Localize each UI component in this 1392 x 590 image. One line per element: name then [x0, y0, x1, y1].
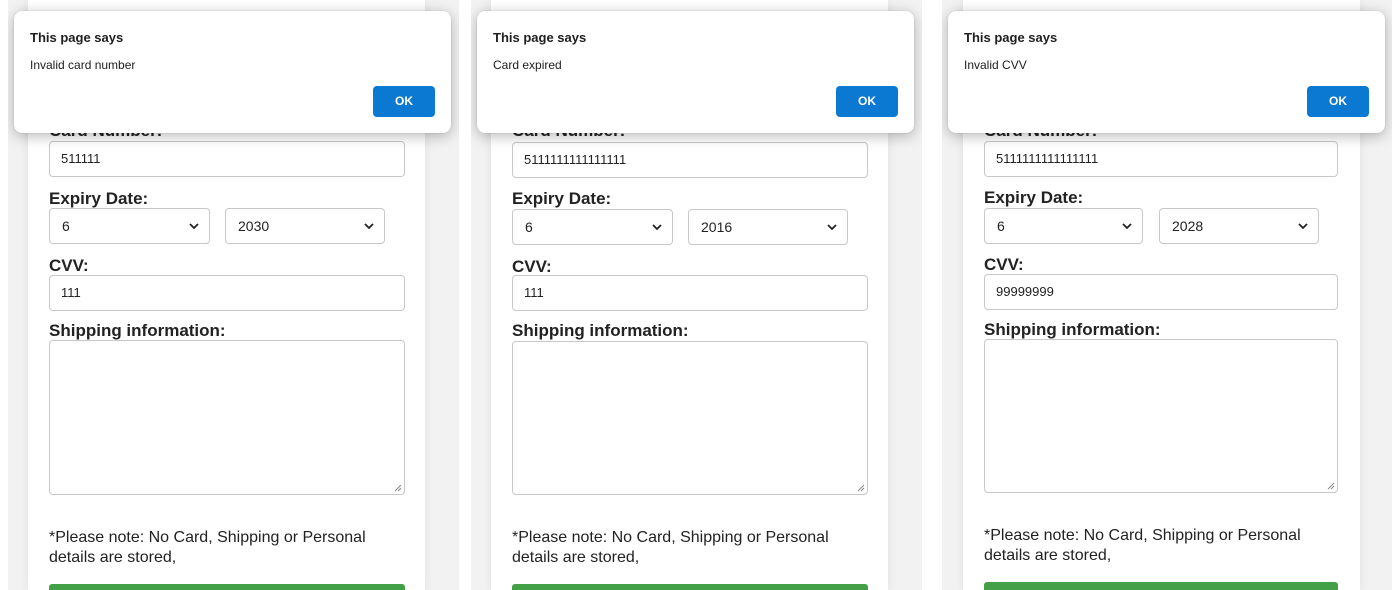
- chevron-down-icon: [827, 224, 837, 231]
- alert-dialog: This page says Card expired OK: [477, 11, 914, 133]
- cvv-label: CVV:: [512, 257, 552, 276]
- card-number-input[interactable]: 511111: [49, 141, 405, 177]
- chevron-down-icon: [364, 223, 374, 230]
- shipping-textarea[interactable]: [984, 339, 1338, 493]
- alert-dialog: This page says Invalid card number OK: [14, 11, 451, 133]
- browser-panel-1: Card Number: 511111 Expiry Date: 6 2030 …: [8, 0, 459, 590]
- privacy-note: *Please note: No Card, Shipping or Perso…: [49, 528, 366, 568]
- alert-dialog: This page says Invalid CVV OK: [948, 11, 1385, 133]
- cvv-label: CVV:: [49, 256, 89, 275]
- expiry-year-value: 2028: [1172, 218, 1204, 234]
- submit-button[interactable]: [512, 584, 868, 590]
- submit-button[interactable]: [984, 582, 1338, 590]
- expiry-year-select[interactable]: 2028: [1159, 208, 1319, 244]
- alert-title: This page says: [493, 30, 587, 45]
- expiry-month-value: 6: [62, 218, 70, 234]
- cvv-label: CVV:: [984, 255, 1024, 274]
- privacy-note: *Please note: No Card, Shipping or Perso…: [984, 526, 1301, 566]
- privacy-note-line2: details are stored,: [984, 547, 1112, 564]
- chevron-down-icon: [1298, 223, 1308, 230]
- shipping-label: Shipping information:: [49, 321, 226, 340]
- alert-message: Invalid card number: [30, 58, 136, 72]
- privacy-note: *Please note: No Card, Shipping or Perso…: [512, 528, 829, 568]
- card-number-input[interactable]: 5111111111111111: [984, 141, 1338, 177]
- expiry-year-value: 2030: [238, 218, 270, 234]
- resize-handle-icon[interactable]: [856, 483, 865, 492]
- alert-title: This page says: [30, 30, 124, 45]
- cvv-input[interactable]: 99999999: [984, 274, 1338, 310]
- submit-button[interactable]: [49, 584, 405, 590]
- resize-handle-icon[interactable]: [393, 483, 402, 492]
- ok-button[interactable]: OK: [373, 86, 435, 117]
- ok-button[interactable]: OK: [836, 86, 898, 117]
- expiry-year-select[interactable]: 2030: [225, 208, 385, 244]
- card-number-input[interactable]: 5111111111111111: [512, 142, 868, 178]
- expiry-month-select[interactable]: 6: [984, 208, 1143, 244]
- chevron-down-icon: [189, 223, 199, 230]
- browser-panel-2: Card Number: 5111111111111111 Expiry Dat…: [471, 0, 922, 590]
- expiry-year-value: 2016: [701, 219, 733, 235]
- alert-message: Card expired: [493, 58, 562, 72]
- alert-title: This page says: [964, 30, 1058, 45]
- privacy-note-line1: *Please note: No Card, Shipping or Perso…: [984, 527, 1301, 544]
- expiry-month-select[interactable]: 6: [512, 209, 673, 245]
- privacy-note-line1: *Please note: No Card, Shipping or Perso…: [512, 529, 829, 546]
- privacy-note-line1: *Please note: No Card, Shipping or Perso…: [49, 529, 366, 546]
- expiry-month-value: 6: [997, 218, 1005, 234]
- chevron-down-icon: [1122, 223, 1132, 230]
- privacy-note-line2: details are stored,: [49, 549, 177, 566]
- privacy-note-line2: details are stored,: [512, 549, 640, 566]
- shipping-textarea[interactable]: [512, 341, 868, 495]
- expiry-month-value: 6: [525, 219, 533, 235]
- cvv-input[interactable]: 111: [512, 275, 868, 311]
- alert-message: Invalid CVV: [964, 58, 1027, 72]
- expiry-year-select[interactable]: 2016: [688, 209, 848, 245]
- shipping-textarea[interactable]: [49, 340, 405, 495]
- resize-handle-icon[interactable]: [1326, 481, 1335, 490]
- expiry-date-label: Expiry Date:: [49, 189, 149, 208]
- cvv-input[interactable]: 111: [49, 275, 405, 311]
- ok-button[interactable]: OK: [1307, 86, 1369, 117]
- expiry-date-label: Expiry Date:: [512, 189, 612, 208]
- shipping-label: Shipping information:: [984, 320, 1161, 339]
- expiry-date-label: Expiry Date:: [984, 188, 1084, 207]
- chevron-down-icon: [652, 224, 662, 231]
- shipping-label: Shipping information:: [512, 321, 689, 340]
- browser-panel-3: Card Number: 5111111111111111 Expiry Dat…: [942, 0, 1392, 590]
- expiry-month-select[interactable]: 6: [49, 208, 210, 244]
